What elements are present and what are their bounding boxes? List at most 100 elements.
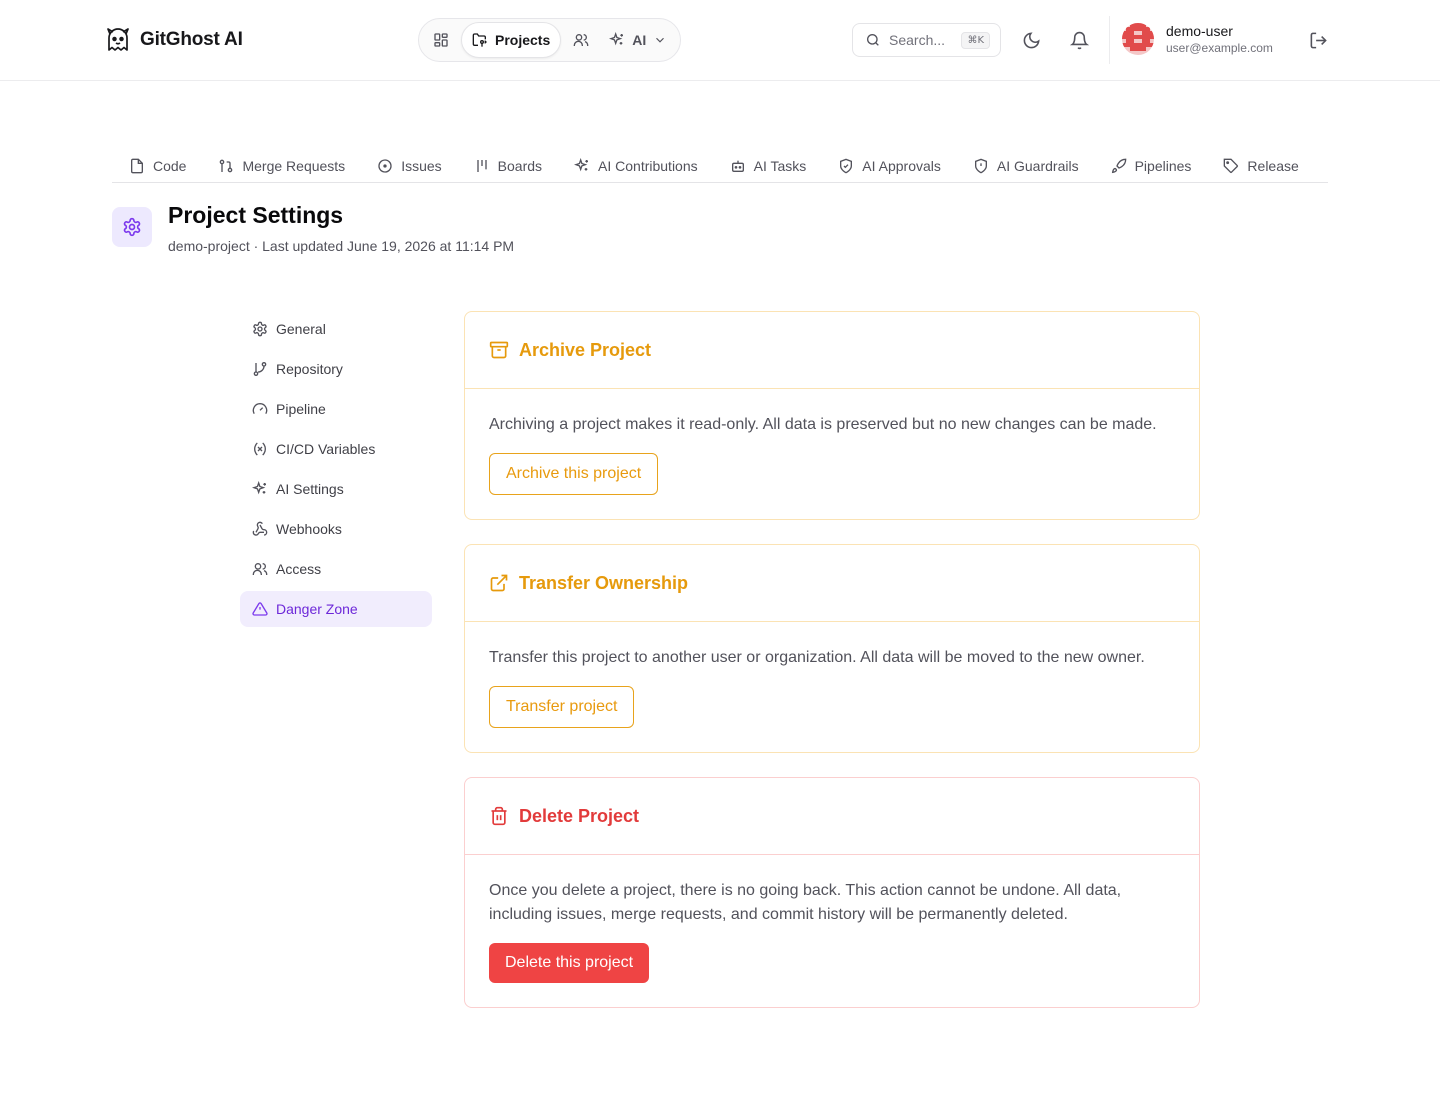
brand-name: GitGhost AI [140,29,243,50]
search-icon [865,32,881,48]
ai-nav-label: AI [632,32,647,48]
git-pull-request-icon [218,158,234,174]
file-icon [129,158,145,174]
moon-icon [1022,31,1041,50]
header-divider [1109,16,1110,64]
page-title: Project Settings [168,202,344,228]
variable-icon [252,441,268,457]
gear-icon [252,321,268,337]
sidebar-item-webhooks[interactable]: Webhooks [240,511,432,547]
kanban-icon [474,158,490,174]
sidebar-item-access[interactable]: Access [240,551,432,587]
shield-check-icon [838,158,854,174]
projects-nav-button[interactable]: Projects [461,22,562,58]
sidebar-item-label: Access [276,561,322,577]
user-name: demo-user [1166,23,1233,39]
tab-ai-contributions[interactable]: AI Contributions [558,138,714,182]
sidebar-item-label: Pipeline [276,401,326,417]
tab-label: Merge Requests [242,158,346,174]
sidebar-item-general[interactable]: General [240,311,432,347]
top-header: GitGhost AI Projects AI Search... ⌘K dem… [0,0,1440,81]
archive-icon [489,340,509,360]
sidebar-item-danger-zone[interactable]: Danger Zone [240,591,432,627]
tab-code[interactable]: Code [112,138,202,182]
sidebar-item-ai-settings[interactable]: AI Settings [240,471,432,507]
sidebar-item-label: Webhooks [276,521,342,537]
card-description: Transfer this project to another user or… [489,649,1145,666]
avatar [1122,23,1154,55]
card-title: Archive Project [519,339,652,360]
search-placeholder: Search... [889,32,946,48]
transfer-ownership-card: Transfer Ownership Transfer this project… [464,544,1200,753]
projects-nav-label: Projects [495,32,551,48]
tab-label: AI Guardrails [996,158,1079,174]
bell-icon [1069,31,1089,50]
page-subtitle: demo-project · Last updated June 19, 202… [168,238,515,254]
card-header: Transfer Ownership [465,545,1199,622]
dashboard-icon [433,32,449,48]
tab-label: AI Tasks [753,158,807,174]
tab-issues[interactable]: Issues [361,138,457,182]
chevron-down-icon [653,33,667,47]
logout-button[interactable] [1304,26,1332,54]
card-title: Transfer Ownership [519,572,689,593]
main-nav: Projects AI [418,18,681,62]
circle-dot-icon [377,158,393,174]
git-branch-icon [252,361,268,377]
page-header: Project Settings demo-project · Last upd… [112,202,515,254]
tab-ai-approvals[interactable]: AI Approvals [822,138,957,182]
card-header: Archive Project [465,312,1199,389]
tag-icon [1223,158,1239,174]
sidebar-item-pipeline[interactable]: Pipeline [240,391,432,427]
shield-alert-icon [973,158,989,174]
sidebar-item-label: CI/CD Variables [276,441,376,457]
tab-pipelines[interactable]: Pipelines [1095,138,1208,182]
tab-merge-requests[interactable]: Merge Requests [202,138,361,182]
tab-label: Code [153,158,187,174]
gauge-icon [252,401,268,417]
tab-release[interactable]: Release [1207,138,1314,182]
delete-project-card: Delete Project Once you delete a project… [464,777,1200,1008]
users-icon [252,561,268,577]
archive-project-card: Archive Project Archiving a project make… [464,311,1200,520]
sparkles-icon [574,158,590,174]
brand[interactable]: GitGhost AI [104,26,243,54]
external-link-icon [489,573,509,593]
ghost-logo-icon [104,26,132,54]
settings-gear-icon [112,207,152,247]
log-out-icon [1309,31,1328,50]
transfer-project-button[interactable]: Transfer project [489,686,635,728]
theme-toggle-button[interactable] [1017,26,1045,54]
webhook-icon [252,521,268,537]
tab-label: Release [1247,158,1299,174]
delete-project-button[interactable]: Delete this project [489,943,650,983]
tab-label: AI Contributions [598,158,698,174]
ai-nav-dropdown[interactable]: AI [601,22,675,58]
tab-label: AI Approvals [862,158,941,174]
teams-nav-button[interactable] [563,22,599,58]
tab-ai-guardrails[interactable]: AI Guardrails [957,138,1095,182]
tab-label: Boards [497,158,543,174]
user-email: user@example.com [1166,41,1273,55]
sparkles-icon [252,481,268,497]
search-shortcut: ⌘K [961,31,990,49]
bot-icon [730,158,746,174]
rocket-icon [1111,158,1127,174]
warning-triangle-icon [252,601,268,617]
sidebar-item-label: Repository [276,361,343,377]
sidebar-item-cicd-variables[interactable]: CI/CD Variables [240,431,432,467]
card-description: Once you delete a project, there is no g… [489,882,1122,923]
tab-label: Issues [401,158,442,174]
tab-boards[interactable]: Boards [458,138,558,182]
folder-git-icon [472,32,488,48]
card-title: Delete Project [519,805,640,826]
tab-ai-tasks[interactable]: AI Tasks [714,138,823,182]
notifications-button[interactable] [1065,26,1093,54]
dashboard-nav-button[interactable] [423,22,459,58]
search-box[interactable]: Search... ⌘K [852,23,1001,57]
user-menu[interactable]: demo-user user@example.com [1122,22,1273,56]
sidebar-item-repository[interactable]: Repository [240,351,432,387]
archive-project-button[interactable]: Archive this project [489,453,659,495]
settings-sidenav: General Repository Pipeline CI/CD Variab… [240,311,432,631]
trash-icon [489,806,509,826]
